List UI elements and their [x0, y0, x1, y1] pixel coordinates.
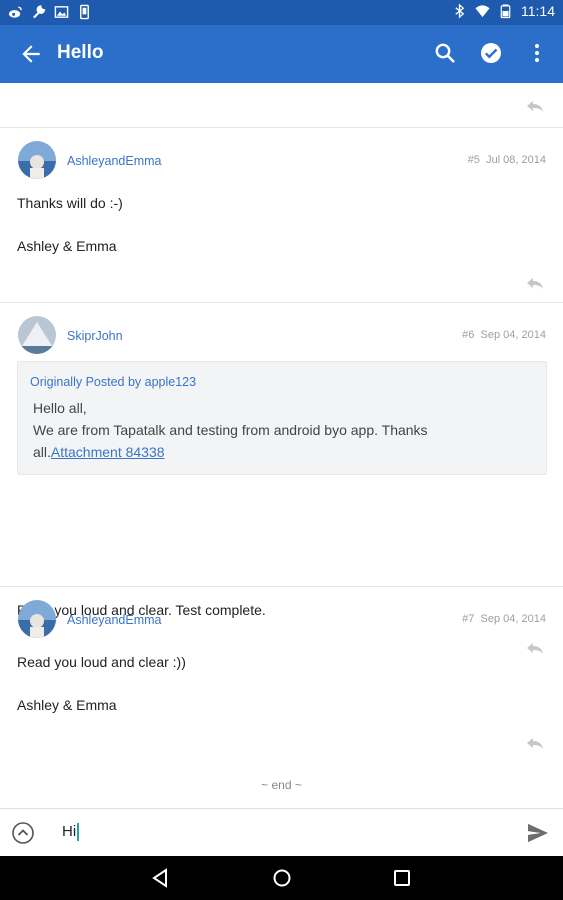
app-bar-actions	[433, 41, 549, 65]
reply-composer: Hi	[0, 808, 563, 856]
quote-line: We are from Tapatalk and testing from an…	[33, 422, 428, 438]
quote-header: Originally Posted by apple123	[30, 375, 197, 389]
reply-icon[interactable]	[525, 735, 545, 751]
status-time: 11:14	[521, 3, 555, 19]
post-date: Sep 04, 2014	[480, 613, 546, 625]
post-number: #7	[462, 613, 475, 625]
home-circle-icon[interactable]	[271, 867, 293, 889]
post-meta: #7 Sep 04, 2014	[462, 613, 546, 625]
quote-line-last: all.Attachment 84338	[33, 444, 165, 460]
back-triangle-icon[interactable]	[150, 867, 172, 889]
post-username[interactable]: SkiprJohn	[67, 329, 123, 343]
check-circle-icon[interactable]	[479, 41, 503, 65]
quote-line: Hello all,	[33, 400, 87, 416]
thread-content[interactable]: AshleyandEmma #5 Jul 08, 2014 Thanks wil…	[0, 83, 563, 808]
post-signature: Ashley & Emma	[17, 697, 117, 713]
post-meta: #5 Jul 08, 2014	[468, 154, 546, 166]
quote-block: Originally Posted by apple123 Hello all,…	[17, 361, 547, 475]
avatar[interactable]	[18, 141, 56, 179]
status-left-icons	[8, 4, 92, 20]
picture-icon	[54, 6, 69, 18]
chevron-up-circle-icon[interactable]	[11, 821, 35, 845]
avatar[interactable]	[18, 600, 56, 638]
text-caret	[77, 823, 80, 842]
avatar[interactable]	[18, 316, 56, 354]
app-bar: Hello	[0, 25, 563, 83]
attachment-link[interactable]: Attachment 84338	[51, 444, 165, 460]
bluetooth-icon	[455, 3, 465, 19]
status-bar: 11:14	[0, 0, 563, 25]
arrow-back-icon[interactable]	[18, 41, 44, 67]
send-icon[interactable]	[527, 823, 549, 843]
quote-text: all.	[33, 444, 51, 460]
post-meta: #6 Sep 04, 2014	[462, 329, 546, 341]
more-vert-icon[interactable]	[525, 41, 549, 65]
wrench-icon	[33, 5, 46, 19]
phone-icon	[80, 4, 89, 20]
post-body-line: Read you loud and clear :))	[17, 654, 186, 670]
reply-input[interactable]: Hi	[62, 823, 80, 842]
reply-input-value: Hi	[62, 823, 77, 840]
system-nav-bar	[0, 856, 563, 900]
post-item: AshleyandEmma #5 Jul 08, 2014 Thanks wil…	[0, 128, 563, 303]
page-title: Hello	[57, 42, 104, 63]
search-icon[interactable]	[433, 41, 457, 65]
post-signature: Ashley & Emma	[17, 238, 117, 254]
thread-end-label: ~ end ~	[261, 778, 302, 792]
post-date: Sep 04, 2014	[480, 329, 546, 341]
weibo-icon	[8, 6, 22, 18]
post-item: AshleyandEmma #7 Sep 04, 2014 Read you l…	[0, 587, 563, 777]
post-body-line: Thanks will do :-)	[17, 195, 123, 211]
post-date: Jul 08, 2014	[486, 154, 546, 166]
post-number: #5	[467, 154, 480, 166]
reply-icon[interactable]	[525, 98, 545, 114]
status-right-icons: 11:14	[452, 3, 555, 19]
post-number: #6	[462, 329, 475, 341]
post-username[interactable]: AshleyandEmma	[67, 154, 162, 168]
battery-icon	[500, 4, 511, 19]
post-username[interactable]: AshleyandEmma	[67, 613, 162, 627]
wifi-icon	[475, 5, 490, 18]
recents-square-icon[interactable]	[391, 867, 413, 889]
post-item: SkiprJohn #6 Sep 04, 2014 Originally Pos…	[0, 303, 563, 654]
reply-icon[interactable]	[525, 275, 545, 291]
